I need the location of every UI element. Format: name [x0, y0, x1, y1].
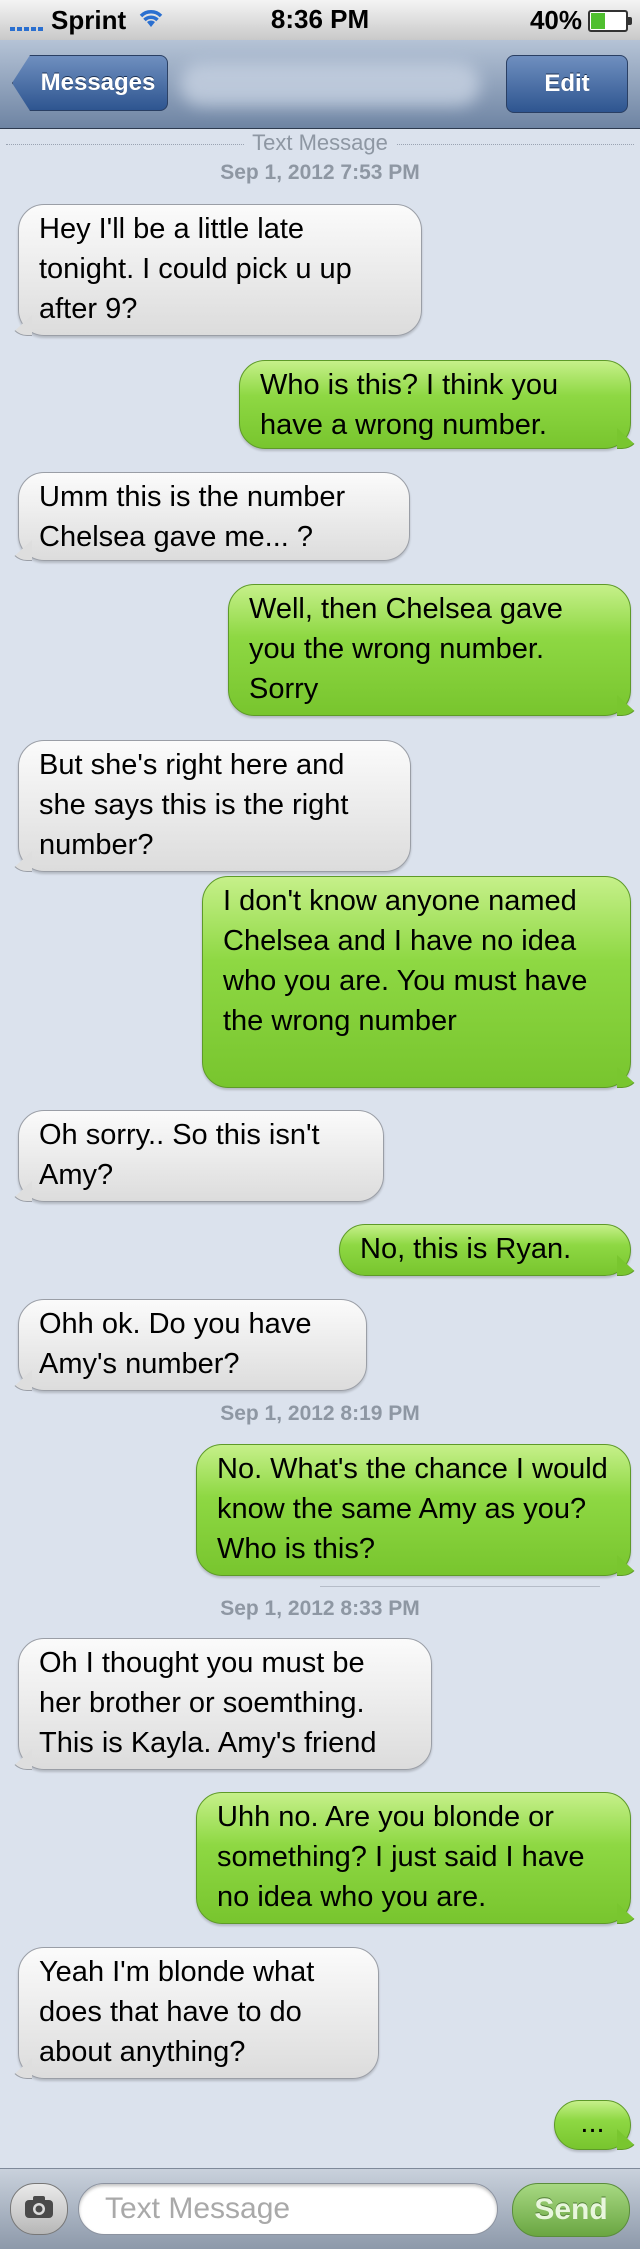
back-button[interactable]: Messages [12, 55, 168, 111]
message-bubble-incoming: Ohh ok. Do you have Amy's number? [18, 1299, 367, 1391]
message-bubble-incoming: Yeah I'm blonde what does that have to d… [18, 1947, 379, 2079]
message-bubble-outgoing: Who is this? I think you have a wrong nu… [239, 360, 631, 449]
text-message-label: Text Message [0, 130, 640, 160]
contact-name-redacted [180, 62, 480, 106]
status-bar: Sprint 8:36 PM 40% [0, 0, 640, 40]
compose-bar: Text Message Send [0, 2168, 640, 2249]
edit-button[interactable]: Edit [506, 55, 628, 113]
battery-percent: 40% [529, 5, 582, 35]
navigation-bar: Messages Edit [0, 40, 640, 129]
message-bubble-incoming: Hey I'll be a little late tonight. I cou… [18, 204, 422, 336]
message-bubble-outgoing: No. What's the chance I would know the s… [196, 1444, 631, 1576]
battery-icon [588, 9, 632, 32]
message-input[interactable]: Text Message [78, 2183, 498, 2235]
message-bubble-outgoing: Well, then Chelsea gave you the wrong nu… [228, 584, 631, 716]
camera-button[interactable] [10, 2183, 68, 2235]
message-bubble-outgoing: No, this is Ryan. [339, 1224, 631, 1276]
timestamp: Sep 1, 2012 8:19 PM [220, 1402, 420, 1425]
message-bubble-outgoing: I don't know anyone named Chelsea and I … [202, 876, 631, 1088]
send-button[interactable]: Send [512, 2183, 630, 2237]
camera-icon [24, 2195, 54, 2224]
timestamp: Sep 1, 2012 8:33 PM [220, 1597, 420, 1620]
message-bubble-incoming: Umm this is the number Chelsea gave me..… [18, 472, 410, 561]
battery-indicator: 40% [529, 5, 632, 36]
timestamp: Sep 1, 2012 7:53 PM [220, 161, 420, 184]
message-bubble-incoming: Oh sorry.. So this isn't Amy? [18, 1110, 384, 1202]
divider [320, 1586, 600, 1587]
message-bubble-incoming: But she's right here and she says this i… [18, 740, 411, 872]
message-bubble-outgoing: Uhh no. Are you blonde or something? I j… [196, 1792, 631, 1924]
typing-indicator: ... [554, 2100, 631, 2150]
message-bubble-incoming: Oh I thought you must be her brother or … [18, 1638, 432, 1770]
